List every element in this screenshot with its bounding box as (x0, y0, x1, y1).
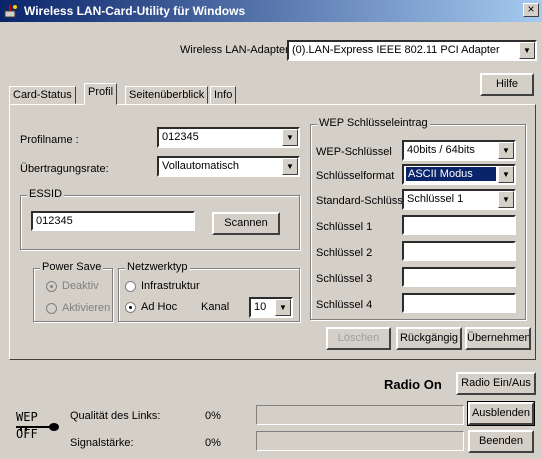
key3-input[interactable] (402, 267, 516, 287)
network-type-title: Netzwerktyp (125, 261, 190, 273)
key2-input[interactable] (402, 241, 516, 261)
essid-group-title: ESSID (27, 188, 65, 200)
key3-label: Schlüssel 3 (316, 273, 373, 285)
key-format-value: ASCII Modus (406, 167, 496, 181)
default-key-label: Standard-Schlüsse (316, 195, 402, 207)
main-window: Wireless LAN-Card-Utility für Windows × … (0, 0, 542, 459)
radio-toggle-button[interactable]: Radio Ein/Aus (456, 372, 536, 395)
hide-button[interactable]: Ausblenden (467, 401, 535, 426)
title-bar[interactable]: Wireless LAN-Card-Utility für Windows × (0, 0, 542, 22)
rate-value: Vollautomatisch (162, 160, 240, 172)
default-key-value: Schlüssel 1 (407, 193, 464, 205)
exit-button[interactable]: Beenden (468, 430, 534, 453)
delete-button[interactable]: Löschen (326, 327, 391, 350)
adapter-value: (0).LAN-Express IEEE 802.11 PCI Adapter (292, 44, 500, 56)
tab-info[interactable]: Info (210, 86, 237, 104)
signal-value: 0% (205, 437, 221, 449)
wep-off-logo: WEP OFF (16, 410, 60, 444)
close-button[interactable]: × (523, 3, 539, 17)
wep-group-title: WEP Schlüsseleintrag (317, 117, 430, 129)
profile-name-label: Profilname : (20, 134, 79, 146)
window-title: Wireless LAN-Card-Utility für Windows (24, 4, 246, 18)
power-off-radio[interactable] (46, 281, 57, 292)
chevron-down-icon[interactable]: ▼ (275, 299, 291, 316)
quality-label: Qualität des Links: (70, 410, 161, 422)
app-icon (4, 5, 17, 18)
infrastructure-radio[interactable] (125, 281, 136, 292)
apply-button[interactable]: Übernehmen (465, 327, 531, 350)
chevron-down-icon[interactable]: ▼ (498, 191, 514, 208)
power-on-radio[interactable] (46, 303, 57, 314)
channel-label: Kanal (201, 301, 230, 313)
help-button[interactable]: Hilfe (480, 73, 534, 96)
radio-status: Radio On (384, 377, 442, 392)
key4-input[interactable] (402, 293, 516, 313)
adhoc-label: Ad Hoc (141, 301, 178, 313)
chevron-down-icon[interactable]: ▼ (282, 158, 298, 175)
signal-progress-bar (256, 431, 464, 451)
chevron-down-icon[interactable]: ▼ (282, 129, 298, 146)
adapter-select[interactable]: (0).LAN-Express IEEE 802.11 PCI Adapter … (287, 40, 537, 61)
profile-name-select[interactable]: 012345 ▼ (157, 127, 300, 148)
signal-label: Signalstärke: (70, 437, 134, 449)
tab-profil[interactable]: Profil (84, 83, 118, 105)
key-format-label: Schlüsselformat (316, 170, 395, 182)
default-key-select[interactable]: Schlüssel 1 ▼ (402, 189, 516, 210)
key1-label: Schlüssel 1 (316, 221, 373, 233)
essid-value: 012345 (36, 215, 73, 227)
key-format-select[interactable]: ASCII Modus ▼ (402, 164, 516, 185)
power-save-title: Power Save (40, 261, 104, 273)
key1-input[interactable] (402, 215, 516, 235)
tab-seitenueberblick[interactable]: Seitenüberblick (125, 86, 209, 104)
rate-label: Übertragungsrate: (20, 163, 109, 175)
chevron-down-icon[interactable]: ▼ (498, 166, 514, 183)
chevron-down-icon[interactable]: ▼ (519, 42, 535, 59)
undo-button[interactable]: Rückgängig (396, 327, 462, 350)
quality-value: 0% (205, 410, 221, 422)
wep-key-value: 40bits / 64bits (407, 144, 475, 156)
key-icon (16, 423, 59, 431)
channel-value: 10 (254, 301, 267, 313)
key4-label: Schlüssel 4 (316, 299, 373, 311)
power-off-label: Deaktiv (62, 280, 99, 292)
chevron-down-icon[interactable]: ▼ (498, 142, 514, 159)
channel-select[interactable]: 10 ▼ (249, 297, 293, 318)
infrastructure-label: Infrastruktur (141, 280, 200, 292)
adapter-label: Wireless LAN-Adapter (180, 44, 289, 56)
essid-input[interactable]: 012345 (31, 211, 195, 231)
quality-progress-bar (256, 405, 464, 425)
logo-top: WEP (16, 410, 38, 424)
wep-key-label: WEP-Schlüssel (316, 146, 392, 158)
scan-button[interactable]: Scannen (212, 212, 280, 235)
rate-select[interactable]: Vollautomatisch ▼ (157, 156, 300, 177)
tab-card-status[interactable]: Card-Status (9, 86, 76, 104)
power-on-label: Aktivieren (62, 302, 111, 314)
wep-key-select[interactable]: 40bits / 64bits ▼ (402, 140, 516, 161)
profile-name-value: 012345 (162, 131, 199, 143)
adhoc-radio[interactable] (125, 302, 136, 313)
key2-label: Schlüssel 2 (316, 247, 373, 259)
